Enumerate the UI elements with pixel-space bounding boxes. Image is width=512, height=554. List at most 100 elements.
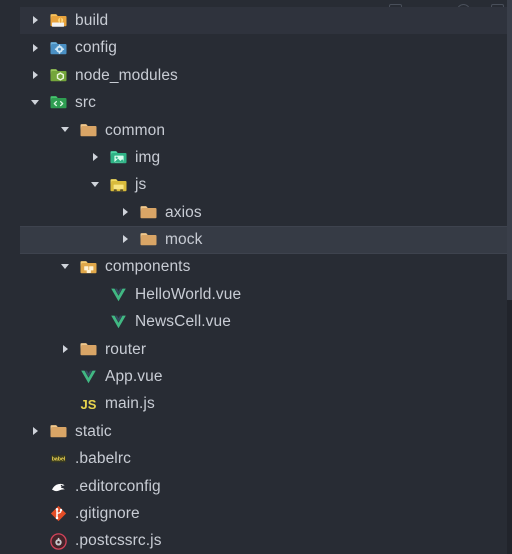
tree-item-label: mock (165, 231, 203, 249)
git-file-icon (49, 504, 68, 523)
tree-item-label: config (75, 39, 117, 57)
tree-row[interactable]: axios (0, 199, 512, 226)
tree-row[interactable]: components (0, 254, 512, 281)
chevron-right-icon[interactable] (118, 204, 134, 220)
tree-row-content: NewsCell.vue (88, 312, 231, 331)
chevron-right-icon[interactable] (28, 424, 44, 440)
folder-build-icon (49, 11, 68, 30)
folder-js-icon (109, 176, 128, 195)
chevron-down-icon[interactable] (28, 95, 44, 111)
chevron-right-icon[interactable] (28, 67, 44, 83)
tree-row[interactable]: .editorconfig (0, 473, 512, 500)
tree-row-content: .editorconfig (28, 477, 161, 496)
tree-item-label: axios (165, 203, 202, 221)
tree-item-label: components (105, 258, 191, 276)
chevron-right-icon[interactable] (28, 13, 44, 29)
tree-item-label: build (75, 11, 109, 29)
folder-generic-tan-icon (79, 340, 98, 359)
tree-row-list: build config node_modulessrc common img js axi… (0, 7, 512, 554)
vertical-scrollbar[interactable] (507, 0, 512, 554)
vue-file-icon (79, 367, 98, 386)
folder-generic-tan-icon (139, 230, 158, 249)
tree-item-label: common (105, 121, 166, 139)
tree-row-content: js (88, 176, 146, 195)
tree-row-content: babel .babelrc (28, 449, 131, 468)
babel-file-icon: babel (49, 449, 68, 468)
tree-row[interactable]: HelloWorld.vue (0, 281, 512, 308)
tree-row[interactable]: node_modules (0, 62, 512, 89)
tree-row-content: App.vue (58, 367, 163, 386)
vue-file-icon (109, 312, 128, 331)
tree-row-content: .postcssrc.js (28, 532, 162, 551)
tree-item-label: .editorconfig (75, 477, 161, 495)
folder-src-icon (49, 93, 68, 112)
tree-row[interactable]: src (0, 89, 512, 116)
tree-item-label: js (135, 176, 147, 194)
editorconfig-file-icon (49, 477, 68, 496)
tree-row[interactable]: babel .babelrc (0, 445, 512, 472)
folder-node-icon (49, 66, 68, 85)
tree-row-content: mock (118, 230, 202, 249)
tree-item-label: router (105, 340, 147, 358)
tree-item-label: static (75, 422, 112, 440)
tree-item-label: main.js (105, 395, 155, 413)
tree-row-content: src (28, 93, 96, 112)
row-background (20, 226, 512, 254)
tree-row[interactable]: router (0, 336, 512, 363)
tree-row[interactable]: build (0, 7, 512, 35)
tree-row-content: img (88, 148, 160, 167)
tree-row[interactable]: js (0, 171, 512, 198)
chevron-right-icon[interactable] (118, 232, 134, 248)
tree-row-content: axios (118, 203, 202, 222)
vue-file-icon (109, 285, 128, 304)
tree-row-content: build (28, 11, 108, 30)
tree-item-label: node_modules (75, 66, 178, 84)
tree-row[interactable]: common (0, 117, 512, 144)
tree-row[interactable]: JS main.js (0, 390, 512, 417)
svg-text:babel: babel (52, 457, 66, 463)
folder-config-icon (49, 39, 68, 58)
chevron-right-icon[interactable] (88, 150, 104, 166)
tree-row-content: JS main.js (58, 395, 155, 414)
chevron-down-icon[interactable] (58, 259, 74, 275)
tree-row[interactable]: mock (0, 226, 512, 254)
tree-row[interactable]: static (0, 418, 512, 445)
chevron-right-icon[interactable] (28, 40, 44, 56)
scrollbar-thumb[interactable] (507, 0, 512, 300)
tree-row[interactable]: .gitignore (0, 500, 512, 527)
folder-components-icon (79, 258, 98, 277)
tree-row-content: static (28, 422, 112, 441)
tree-row-content: router (58, 340, 146, 359)
folder-generic-tan-icon (49, 422, 68, 441)
chevron-down-icon[interactable] (88, 177, 104, 193)
tree-row-content: common (58, 121, 165, 140)
chevron-right-icon[interactable] (58, 341, 74, 357)
tree-item-label: App.vue (105, 368, 163, 386)
tree-row-content: config (28, 39, 117, 58)
tree-row[interactable]: NewsCell.vue (0, 308, 512, 335)
tree-item-label: .gitignore (75, 504, 140, 522)
tree-row[interactable]: App.vue (0, 363, 512, 390)
tree-row-content: .gitignore (28, 504, 140, 523)
row-background (20, 199, 512, 226)
tree-row[interactable]: img (0, 144, 512, 171)
tree-item-label: .postcssrc.js (75, 532, 162, 550)
tree-item-label: NewsCell.vue (135, 313, 231, 331)
tree-row[interactable]: .postcssrc.js (0, 527, 512, 554)
tree-row-content: node_modules (28, 66, 178, 85)
folder-generic-tan-icon (139, 203, 158, 222)
tree-row-content: HelloWorld.vue (88, 285, 241, 304)
tree-item-label: HelloWorld.vue (135, 285, 242, 303)
tree-row[interactable]: config (0, 34, 512, 61)
chevron-down-icon[interactable] (58, 122, 74, 138)
tree-item-label: img (135, 148, 161, 166)
tree-row-content: components (58, 258, 190, 277)
